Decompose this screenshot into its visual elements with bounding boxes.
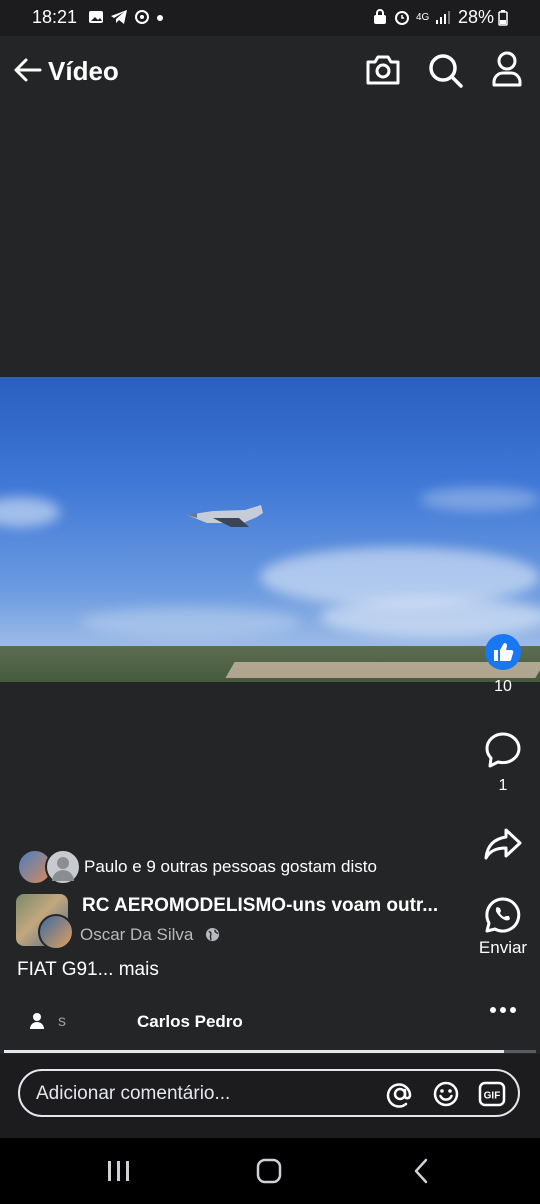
share-icon[interactable] [483, 826, 523, 862]
network-type: 4G [416, 11, 430, 23]
likes-summary[interactable]: Paulo e 9 outras pessoas gostam disto [84, 857, 377, 877]
comment-count: 1 [498, 777, 508, 794]
lock-icon [374, 9, 386, 24]
more-options-icon[interactable] [488, 1000, 518, 1020]
like-action[interactable]: 10 [463, 634, 540, 696]
status-time: 18:21 [32, 7, 78, 27]
telegram-icon [111, 10, 127, 24]
video-progress-fill [4, 1050, 505, 1053]
send-label: Enviar [478, 938, 528, 957]
top-bar: Vídeo [0, 36, 540, 106]
share-action[interactable] [463, 826, 540, 862]
back-arrow-icon[interactable] [12, 54, 44, 86]
aircraft-image [187, 505, 263, 527]
notification-icons [88, 9, 164, 25]
globe-icon [205, 927, 220, 942]
post-caption[interactable]: FIAT G91... mais [17, 959, 159, 981]
cloud [80, 607, 300, 637]
profile-icon[interactable] [490, 50, 524, 88]
comment-placeholder: Adicionar comentário... [36, 1083, 231, 1104]
cloud [320, 597, 540, 637]
battery-percent: 28% [457, 7, 494, 27]
system-icons: 4G [372, 9, 451, 25]
emoji-icon[interactable] [432, 1080, 460, 1108]
battery-icon [498, 10, 508, 26]
cloud [420, 487, 540, 511]
status-bar: 18:21 4G 28% [0, 0, 540, 36]
signal-icon [436, 11, 451, 24]
system-nav-bar [0, 1138, 540, 1204]
sync-icon [135, 10, 149, 24]
mention-icon[interactable] [386, 1080, 414, 1108]
tab-left-label[interactable]: s [58, 1013, 66, 1031]
person-icon [30, 1013, 44, 1029]
alarm-icon [395, 11, 409, 25]
comment-bar: Adicionar comentário... GIF [0, 1054, 540, 1138]
like-icon[interactable] [485, 634, 521, 670]
video-progress-bar[interactable] [4, 1050, 536, 1053]
author-avatar[interactable] [38, 914, 74, 950]
tab-right-label[interactable]: Carlos Pedro [137, 1012, 243, 1032]
comment-input[interactable]: Adicionar comentário... GIF [18, 1069, 520, 1117]
camera-icon[interactable] [364, 52, 402, 88]
comment-icon[interactable] [484, 731, 522, 769]
dot-icon [157, 15, 163, 21]
video-player[interactable] [0, 377, 540, 682]
recent-apps-icon[interactable] [106, 1160, 132, 1182]
gallery-icon [89, 11, 103, 23]
cloud [0, 497, 60, 527]
like-count: 10 [494, 678, 512, 695]
whatsapp-icon[interactable] [484, 896, 522, 934]
home-icon[interactable] [256, 1158, 282, 1184]
page-title: Vídeo [48, 56, 119, 86]
search-icon[interactable] [426, 51, 464, 89]
back-nav-icon[interactable] [412, 1158, 430, 1184]
comment-action[interactable]: 1 [463, 731, 540, 795]
avatar [45, 849, 81, 885]
svg-text:GIF: GIF [484, 1091, 501, 1102]
page-name[interactable]: RC AEROMODELISMO-uns voam outr... [82, 895, 438, 917]
user-icon [52, 857, 74, 881]
whatsapp-send-action[interactable]: Enviar [463, 896, 540, 958]
author-name[interactable]: Oscar Da Silva [80, 925, 193, 945]
gif-icon[interactable]: GIF [478, 1080, 506, 1108]
